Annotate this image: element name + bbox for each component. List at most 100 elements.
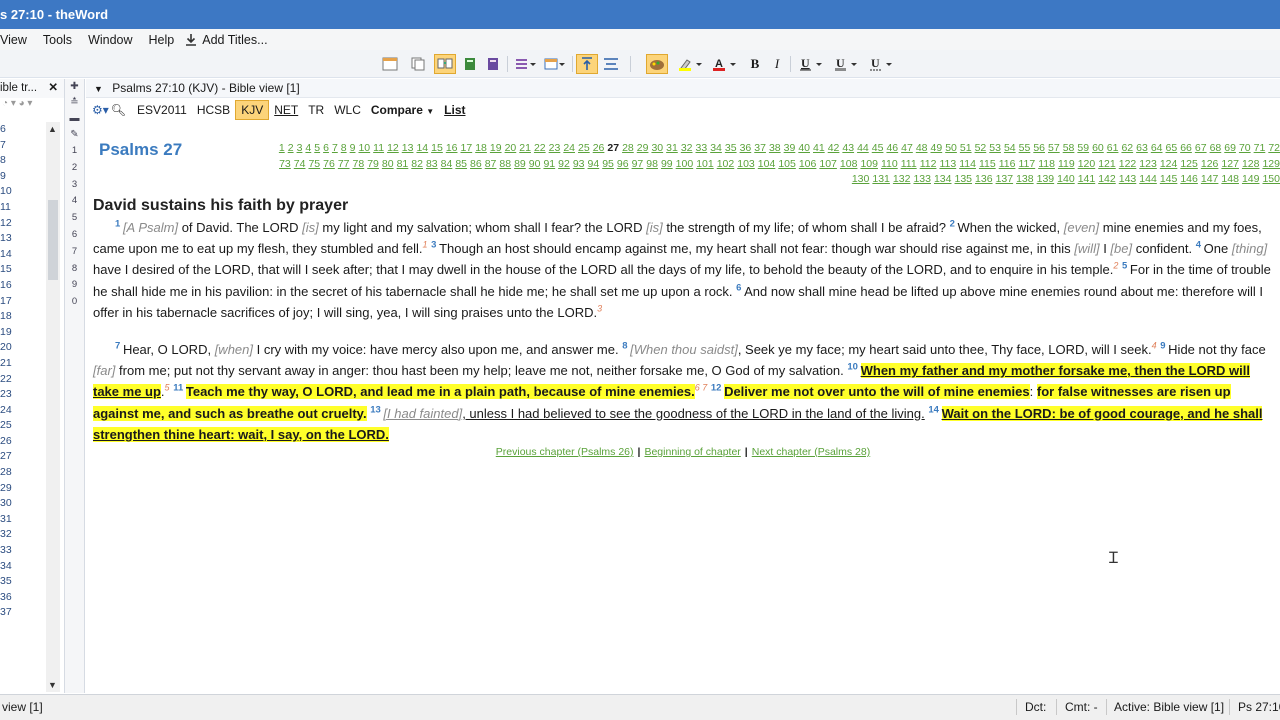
chapter-link-46[interactable]: 46 (886, 142, 898, 154)
chapter-link-27[interactable]: 27 (607, 142, 619, 154)
chapter-link-54[interactable]: 54 (1004, 142, 1016, 154)
chapter-link-19[interactable]: 19 (490, 142, 502, 154)
chapter-link-40[interactable]: 40 (798, 142, 810, 154)
verse-number[interactable]: 12 (711, 383, 724, 394)
chapter-link-21[interactable]: 21 (519, 142, 531, 154)
verse-list-item[interactable]: 8 (0, 153, 46, 169)
chapter-link-20[interactable]: 20 (505, 142, 517, 154)
chapter-link-47[interactable]: 47 (901, 142, 913, 154)
chapter-link-101[interactable]: 101 (696, 158, 714, 170)
verse-list-item[interactable]: 32 (0, 527, 46, 543)
chapter-link-129[interactable]: 129 (1262, 158, 1280, 170)
highlight-color-icon[interactable] (676, 54, 706, 74)
verse-list-item[interactable]: 36 (0, 590, 46, 606)
chapter-link-112[interactable]: 112 (920, 158, 937, 170)
chapter-link-24[interactable]: 24 (563, 142, 575, 154)
chapter-link-15[interactable]: 15 (431, 142, 443, 154)
chapter-link-55[interactable]: 55 (1019, 142, 1031, 154)
scroll-thumb[interactable] (48, 200, 58, 280)
chapter-link-92[interactable]: 92 (558, 158, 570, 170)
chapter-link-77[interactable]: 77 (338, 158, 350, 170)
pin-icon[interactable]: ✚ (65, 79, 84, 95)
verse-number[interactable]: 6 (736, 282, 744, 293)
chapter-link-102[interactable]: 102 (717, 158, 735, 170)
chapter-link-117[interactable]: 117 (1018, 158, 1035, 170)
chapter-link-106[interactable]: 106 (799, 158, 817, 170)
edit-icon[interactable]: ✎ (65, 127, 84, 143)
chapter-link-144[interactable]: 144 (1139, 173, 1157, 185)
chapter-link-131[interactable]: 131 (872, 173, 890, 185)
chapter-link-85[interactable]: 85 (455, 158, 467, 170)
chapter-link-95[interactable]: 95 (602, 158, 614, 170)
chapter-link-22[interactable]: 22 (534, 142, 546, 154)
verse-list-item[interactable]: 35 (0, 574, 46, 590)
verse-number[interactable]: 2 (950, 219, 958, 230)
panes-icon[interactable] (542, 54, 568, 74)
chapter-link-42[interactable]: 42 (828, 142, 840, 154)
verse-list-item[interactable]: 13 (0, 231, 46, 247)
chapter-link-37[interactable]: 37 (754, 142, 766, 154)
footnote-marker[interactable]: 1 (423, 240, 428, 250)
compare-dropdown[interactable]: Compare ▼ (366, 101, 439, 119)
chapter-link-82[interactable]: 82 (411, 158, 423, 170)
chapter-link-12[interactable]: 12 (387, 142, 399, 154)
chapter-link-118[interactable]: 118 (1038, 158, 1055, 170)
chapter-link-18[interactable]: 18 (475, 142, 487, 154)
underline-icon[interactable]: U (796, 54, 826, 74)
verse-list-item[interactable]: 18 (0, 309, 46, 325)
chapter-link-139[interactable]: 139 (1037, 173, 1055, 185)
chapter-link-75[interactable]: 75 (308, 158, 320, 170)
chapter-link-2[interactable]: 2 (288, 142, 294, 154)
scroll-up-icon[interactable]: ▲ (48, 124, 57, 134)
chapter-link-134[interactable]: 134 (934, 173, 952, 185)
chapter-link-132[interactable]: 132 (893, 173, 911, 185)
book-purple-icon[interactable] (482, 54, 504, 74)
chapter-link-44[interactable]: 44 (857, 142, 869, 154)
next-chapter-link[interactable]: Next chapter (Psalms 28) (752, 446, 870, 458)
chapter-link-16[interactable]: 16 (446, 142, 458, 154)
footnote-marker[interactable]: 6 7 (695, 383, 708, 393)
verse-list-item[interactable]: 31 (0, 512, 46, 528)
verse-list-item[interactable]: 29 (0, 481, 46, 497)
menu-window[interactable]: Window (80, 33, 140, 47)
chapter-link-32[interactable]: 32 (681, 142, 693, 154)
verse-list-item[interactable]: 10 (0, 184, 46, 200)
chapter-link-30[interactable]: 30 (651, 142, 663, 154)
chapter-link-63[interactable]: 63 (1136, 142, 1148, 154)
chapter-link-83[interactable]: 83 (426, 158, 438, 170)
chapter-link-74[interactable]: 74 (294, 158, 306, 170)
pane-options-icon[interactable]: ◔ ▾ ◕ ▾ (2, 98, 32, 109)
chapter-link-100[interactable]: 100 (676, 158, 694, 170)
verse-list-item[interactable]: 19 (0, 325, 46, 341)
chapter-link-119[interactable]: 119 (1058, 158, 1075, 170)
chapter-link-79[interactable]: 79 (367, 158, 379, 170)
chapter-link-67[interactable]: 67 (1195, 142, 1207, 154)
chapter-link-120[interactable]: 120 (1078, 158, 1096, 170)
verse-list-item[interactable]: 28 (0, 465, 46, 481)
verse-list-item[interactable]: 24 (0, 403, 46, 419)
chapter-link-122[interactable]: 122 (1119, 158, 1137, 170)
chapter-link-66[interactable]: 66 (1180, 142, 1192, 154)
chapter-link-148[interactable]: 148 (1221, 173, 1239, 185)
chapter-link-143[interactable]: 143 (1119, 173, 1137, 185)
chapter-link-123[interactable]: 123 (1139, 158, 1157, 170)
chapter-link-96[interactable]: 96 (617, 158, 629, 170)
chapter-link-17[interactable]: 17 (461, 142, 473, 154)
verse-number[interactable]: 7 (115, 341, 123, 352)
stack-icon[interactable]: ≛ (65, 95, 84, 111)
chapter-link-41[interactable]: 41 (813, 142, 825, 154)
footnote-marker[interactable]: 3 (597, 303, 602, 313)
chapter-link-50[interactable]: 50 (945, 142, 957, 154)
verse-number[interactable]: 9 (1160, 341, 1168, 352)
italic-icon[interactable]: I (766, 54, 788, 74)
chapter-link-94[interactable]: 94 (588, 158, 600, 170)
book-green-icon[interactable] (459, 54, 481, 74)
chapter-link-61[interactable]: 61 (1107, 142, 1119, 154)
chapter-link-105[interactable]: 105 (778, 158, 796, 170)
verse-list-item[interactable]: 34 (0, 559, 46, 575)
verse-list-item[interactable]: 15 (0, 262, 46, 278)
chapter-link-69[interactable]: 69 (1224, 142, 1236, 154)
chapter-link-34[interactable]: 34 (710, 142, 722, 154)
verse-list-item[interactable]: 25 (0, 418, 46, 434)
chapter-link-56[interactable]: 56 (1033, 142, 1045, 154)
